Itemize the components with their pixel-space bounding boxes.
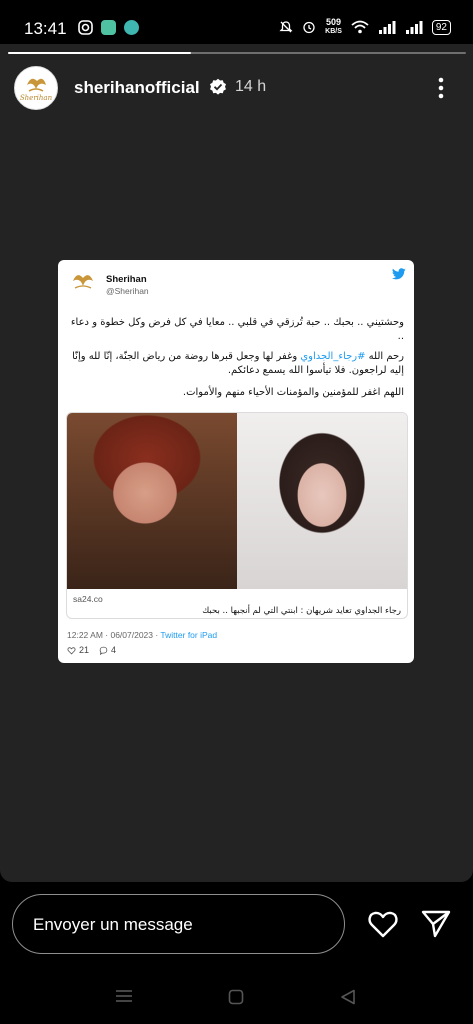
menu-nav-icon[interactable] — [115, 989, 133, 1003]
avatar-logo-text: Sherihan — [19, 94, 53, 102]
tweet-text-line-2: رحم الله #رجاء_الجداوي وغفر لها وجعل قبر… — [68, 350, 404, 378]
tweet-hashtag: #رجاء_الجداوي — [300, 351, 366, 362]
more-icon[interactable] — [431, 76, 451, 100]
story-username[interactable]: sherihanofficial — [74, 78, 200, 98]
comment-icon — [99, 646, 108, 655]
story-viewer[interactable]: Sherihan sherihanofficial 14 h Sherihan … — [0, 44, 473, 882]
story-time-ago: 14 h — [235, 78, 267, 95]
signal-icon — [378, 21, 396, 34]
tweet-meta: 12:22 AM · 06/07/2023 · Twitter for iPad — [67, 630, 217, 640]
logo-icon — [27, 78, 46, 92]
story-progress-fill — [8, 52, 192, 54]
back-nav-icon[interactable] — [340, 989, 356, 1005]
send-icon[interactable] — [421, 909, 451, 939]
tweet-text-line-1: وحشتيني .. بحبك .. حبة تُرزقي في قلبي ..… — [70, 317, 404, 342]
story-progress-bar — [8, 52, 466, 54]
tweet-source: Twitter for iPad — [160, 630, 218, 640]
tweet-likes-count: 21 — [79, 645, 90, 655]
twitter-bird-icon — [392, 268, 406, 280]
status-right-icons: 509 KB/S 92 — [279, 18, 451, 36]
tweet-stats: 21 4 — [67, 645, 116, 655]
tweet-card: Sherihan @Sherihan وحشتيني .. بحبك .. حب… — [58, 260, 414, 663]
wifi-icon — [351, 20, 369, 34]
battery-icon: 92 — [431, 19, 451, 35]
tweet-avatar-logo — [73, 275, 93, 289]
net-speed-value: 509 — [325, 17, 342, 27]
tweet-author-name: Sherihan — [106, 274, 147, 285]
tweet-replies-count: 4 — [111, 645, 117, 655]
net-speed-unit: KB/S — [325, 28, 342, 35]
home-nav-icon[interactable] — [228, 989, 244, 1005]
net-speed: 509 KB/S — [325, 18, 342, 36]
tweet-text-segment: رحم الله — [365, 351, 404, 362]
story-reply-bar: Envoyer un message — [0, 882, 473, 1024]
card-photo-right — [237, 413, 407, 589]
tweet-text-line-3: اللهم اغفر للمؤمنين والمؤمنات الأحياء من… — [182, 387, 404, 398]
signal-icon — [405, 21, 423, 34]
status-time: 13:41 — [24, 19, 67, 38]
instagram-icon — [78, 20, 93, 35]
message-placeholder: Envoyer un message — [33, 915, 193, 934]
status-bar: 13:41 509 KB/S 92 — [0, 0, 473, 44]
verified-icon — [210, 78, 226, 95]
tweet-link-card: sa24.co رجاء الجداوي تعايد شريهان : ابنت… — [66, 412, 408, 619]
card-photo-left — [67, 413, 237, 589]
heart-icon — [67, 646, 76, 654]
heart-icon[interactable] — [367, 909, 399, 939]
mute-icon — [279, 21, 293, 33]
tweet-replies: 4 — [99, 645, 116, 655]
tweet-likes: 21 — [67, 645, 89, 655]
card-title: رجاء الجداوي تعايد شريهان : ابنتي التي ل… — [202, 606, 401, 616]
alarm-icon — [303, 21, 315, 34]
tweet-timestamp: 12:22 AM · 06/07/2023 · — [67, 630, 161, 640]
card-domain: sa24.co — [73, 594, 103, 604]
avatar[interactable]: Sherihan — [14, 66, 58, 110]
status-notification-icons — [78, 20, 139, 35]
notification-icon — [124, 20, 139, 35]
message-input[interactable]: Envoyer un message — [12, 894, 345, 954]
tweet-author-handle: @Sherihan — [106, 286, 149, 296]
notification-icon — [101, 20, 116, 35]
